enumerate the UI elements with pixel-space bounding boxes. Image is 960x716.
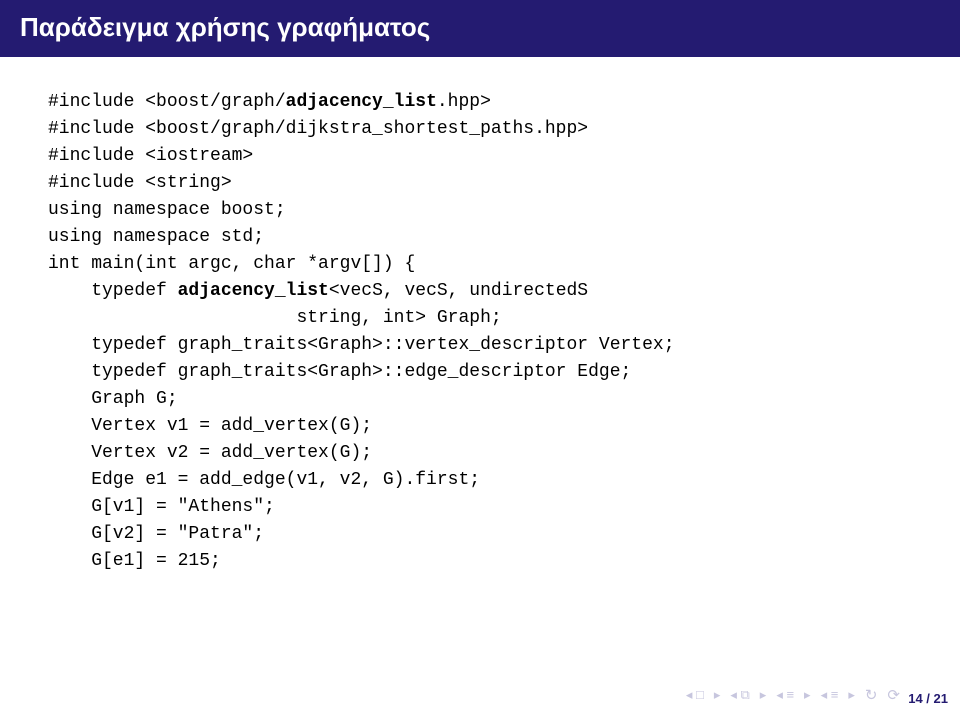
code-line: #include <boost/graph/dijkstra_shortest_… bbox=[48, 116, 912, 143]
code-line: #include <iostream> bbox=[48, 143, 912, 170]
code-block: #include <boost/graph/adjacency_list.hpp… bbox=[0, 57, 960, 575]
page-number: 14 / 21 bbox=[908, 691, 948, 706]
nav-sub-next-icon[interactable]: ▸ bbox=[804, 687, 811, 703]
code-line: #include <boost/graph/adjacency_list.hpp… bbox=[48, 89, 912, 116]
code-line: using namespace std; bbox=[48, 224, 912, 251]
nav-prev-icon[interactable]: ▸ bbox=[714, 687, 721, 703]
search-icon[interactable]: ⟳ bbox=[887, 686, 900, 704]
code-line: Vertex v2 = add_vertex(G); bbox=[48, 440, 912, 467]
nav-back-icon[interactable]: ◂ ≡ bbox=[821, 687, 839, 703]
code-line: G[v1] = "Athens"; bbox=[48, 494, 912, 521]
code-line: typedef adjacency_list<vecS, vecS, undir… bbox=[48, 278, 912, 305]
code-line: #include <string> bbox=[48, 170, 912, 197]
nav-first-icon[interactable]: ◂ □ bbox=[686, 687, 704, 703]
code-line: string, int> Graph; bbox=[48, 305, 912, 332]
code-line: G[e1] = 215; bbox=[48, 548, 912, 575]
code-line: int main(int argc, char *argv[]) { bbox=[48, 251, 912, 278]
nav-section-prev-icon[interactable]: ◂ ⧉ bbox=[730, 687, 749, 703]
code-line: typedef graph_traits<Graph>::edge_descri… bbox=[48, 359, 912, 386]
nav-sub-prev-icon[interactable]: ◂ ≡ bbox=[776, 687, 794, 703]
loop-icon[interactable]: ↻ bbox=[865, 686, 878, 704]
code-line: G[v2] = "Patra"; bbox=[48, 521, 912, 548]
code-line: typedef graph_traits<Graph>::vertex_desc… bbox=[48, 332, 912, 359]
nav-controls: ◂ □ ▸ ◂ ⧉ ▸ ◂ ≡ ▸ ◂ ≡ ▸ ↻ ⟳ bbox=[686, 686, 900, 704]
slide-title: Παράδειγμα χρήσης γραφήματος bbox=[0, 0, 960, 57]
code-line: using namespace boost; bbox=[48, 197, 912, 224]
nav-forward-icon[interactable]: ▸ bbox=[848, 687, 855, 703]
code-line: Graph G; bbox=[48, 386, 912, 413]
nav-section-next-icon[interactable]: ▸ bbox=[760, 687, 767, 703]
code-line: Vertex v1 = add_vertex(G); bbox=[48, 413, 912, 440]
title-text: Παράδειγμα χρήσης γραφήματος bbox=[20, 12, 430, 42]
code-line: Edge e1 = add_edge(v1, v2, G).first; bbox=[48, 467, 912, 494]
